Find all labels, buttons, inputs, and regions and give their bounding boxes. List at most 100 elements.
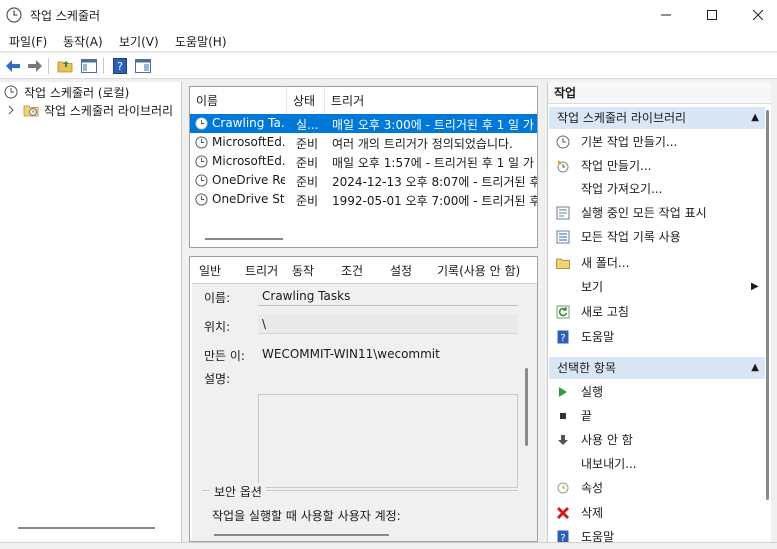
column-header-trigger[interactable]: 트리거 — [325, 87, 537, 115]
help-toolbar-button[interactable]: ? — [111, 57, 129, 75]
tab-general[interactable]: 일반 — [193, 260, 228, 282]
name-field[interactable]: Crawling Tasks — [258, 286, 518, 306]
task-row-microsoftedge-2[interactable]: MicrosoftEd... 준비 매일 오후 1:57에 - 트리거된 후 1… — [190, 152, 537, 171]
vertical-scrollbar[interactable] — [525, 368, 528, 446]
horizontal-scrollbar[interactable] — [214, 534, 389, 536]
action-end[interactable]: 끝 — [548, 405, 764, 427]
task-name: MicrosoftEd... — [212, 154, 285, 168]
action-label: 삭제 — [581, 506, 604, 520]
task-trigger: 매일 오후 1:57에 - 트리거된 후 1 일 가 — [332, 156, 534, 170]
menu-file[interactable]: 파일(F) — [9, 33, 47, 50]
up-folder-button[interactable] — [56, 57, 74, 75]
task-list-pane: 이름 상태 트리거 Crawling Ta... 실... 매일 오후 3:00… — [189, 86, 538, 248]
show-hide-action-pane-button[interactable] — [134, 57, 152, 75]
task-trigger: 여러 개의 트리거가 정의되었습니다. — [332, 137, 513, 151]
action-label: 모든 작업 기록 사용 — [581, 230, 681, 244]
window-title: 작업 스케줄러 — [30, 9, 101, 23]
section-selected-item[interactable]: 선택한 항목 ▲ — [549, 357, 765, 379]
action-display-running-tasks[interactable]: 실행 중인 모든 작업 표시 — [548, 202, 764, 224]
action-label: 작업 가져오기... — [581, 182, 663, 196]
collapse-up-icon[interactable]: ▲ — [751, 357, 759, 379]
tree-item-label: 작업 스케줄러 (로컬) — [24, 85, 130, 100]
task-clock-icon — [195, 117, 208, 130]
tree-item-label: 작업 스케줄러 라이브러리 — [44, 103, 174, 118]
column-header-name[interactable]: 이름 — [190, 87, 287, 115]
create-task-icon — [556, 159, 570, 173]
horizontal-scrollbar[interactable] — [205, 238, 283, 240]
collapse-up-icon[interactable]: ▲ — [751, 107, 759, 129]
action-label: 새 폴더... — [581, 256, 630, 270]
action-help-selected[interactable]: ? 도움말 — [548, 526, 764, 542]
action-properties[interactable]: 속성 — [548, 477, 764, 499]
action-new-folder[interactable]: 새 폴더... — [548, 252, 764, 274]
back-button[interactable] — [4, 57, 22, 75]
tab-settings[interactable]: 설정 — [384, 260, 418, 282]
task-name: OneDrive Re... — [212, 173, 285, 187]
action-help-library[interactable]: ? 도움말 — [548, 326, 764, 348]
task-status: 실... — [296, 118, 319, 132]
close-button[interactable] — [735, 0, 777, 30]
menu-view[interactable]: 보기(V) — [119, 33, 159, 50]
action-import-task[interactable]: 작업 가져오기... — [548, 178, 764, 200]
action-disable[interactable]: 사용 안 함 — [548, 429, 764, 451]
tree-item-task-scheduler-library[interactable]: 작업 스케줄러 라이브러리 — [7, 101, 173, 119]
console-tree-icon — [81, 59, 97, 73]
action-label: 실행 — [581, 385, 604, 399]
maximize-button[interactable] — [689, 0, 735, 30]
task-row-crawling-tasks[interactable]: Crawling Ta... 실... 매일 오후 3:00에 - 트리거된 후… — [190, 114, 537, 133]
action-label: 끝 — [581, 409, 593, 423]
svg-text:?: ? — [560, 333, 565, 344]
svg-text:?: ? — [117, 60, 123, 73]
task-row-onedrive-standalone[interactable]: OneDrive St... 준비 1992-05-01 오후 7:00에 - … — [190, 190, 537, 209]
action-enable-all-tasks-history[interactable]: 모든 작업 기록 사용 — [548, 226, 764, 248]
section-title: 작업 스케줄러 라이브러리 — [557, 111, 687, 125]
tab-triggers[interactable]: 트리거 — [239, 260, 284, 282]
task-status: 준비 — [296, 156, 319, 170]
maximize-icon — [707, 10, 717, 20]
tree-item-task-scheduler-local[interactable]: 작업 스케줄러 (로컬) — [4, 83, 129, 101]
action-create-task[interactable]: 작업 만들기... — [548, 155, 764, 177]
task-clock-icon — [195, 193, 208, 206]
action-create-basic-task[interactable]: 기본 작업 만들기... — [548, 131, 764, 153]
tab-history[interactable]: 기록(사용 안 함) — [431, 260, 526, 282]
task-trigger: 2024-12-13 오후 8:07에 - 트리거된 후 — [332, 175, 538, 189]
minimize-icon — [661, 14, 671, 16]
action-run[interactable]: 실행 — [548, 381, 764, 403]
horizontal-scrollbar[interactable] — [18, 527, 155, 529]
description-field[interactable] — [258, 394, 518, 488]
toolbar-separator — [103, 58, 104, 74]
action-delete[interactable]: 삭제 — [548, 502, 764, 524]
tab-conditions[interactable]: 조건 — [335, 260, 369, 282]
section-library[interactable]: 작업 스케줄러 라이브러리 ▲ — [549, 107, 765, 129]
action-view[interactable]: 보기 ▶ — [548, 276, 764, 298]
submenu-arrow-icon: ▶ — [751, 281, 759, 292]
svg-text:?: ? — [560, 533, 565, 542]
author-field[interactable]: WECOMMIT-WIN11\wecommit — [258, 344, 518, 364]
task-row-onedrive-reporting[interactable]: OneDrive Re... 준비 2024-12-13 오후 8:07에 - … — [190, 171, 538, 190]
menu-help[interactable]: 도움말(H) — [175, 33, 227, 50]
action-label: 도움말 — [581, 330, 615, 344]
minimize-button[interactable] — [643, 0, 689, 30]
action-label: 사용 안 함 — [581, 433, 633, 447]
action-label: 실행 중인 모든 작업 표시 — [581, 206, 707, 220]
tab-actions[interactable]: 동작 — [286, 260, 320, 282]
forward-button[interactable] — [26, 57, 44, 75]
create-basic-task-icon — [556, 135, 570, 149]
column-header-status[interactable]: 상태 — [287, 87, 325, 115]
folder-clock-icon — [23, 105, 39, 117]
toolbar-separator — [48, 58, 49, 74]
security-options-title: 보안 옵션 — [210, 483, 266, 500]
action-refresh[interactable]: 새로 고침 — [548, 301, 764, 323]
stop-icon — [556, 409, 570, 423]
action-export[interactable]: 내보내기... — [548, 453, 764, 475]
vertical-scrollbar[interactable] — [766, 110, 769, 500]
show-hide-tree-button[interactable] — [80, 57, 98, 75]
task-row-microsoftedge-1[interactable]: MicrosoftEd... 준비 여러 개의 트리거가 정의되었습니다. — [190, 133, 537, 152]
section-title: 선택한 항목 — [557, 361, 617, 375]
task-status: 준비 — [296, 194, 319, 208]
chevron-right-icon[interactable] — [7, 105, 15, 115]
actions-pane: 작업 작업 스케줄러 라이브러리 ▲ 기본 작업 만들기... 작업 만들기..… — [547, 82, 771, 542]
location-field[interactable]: \ — [258, 314, 518, 334]
task-clock-icon — [195, 136, 208, 149]
menu-action[interactable]: 동작(A) — [63, 33, 103, 50]
